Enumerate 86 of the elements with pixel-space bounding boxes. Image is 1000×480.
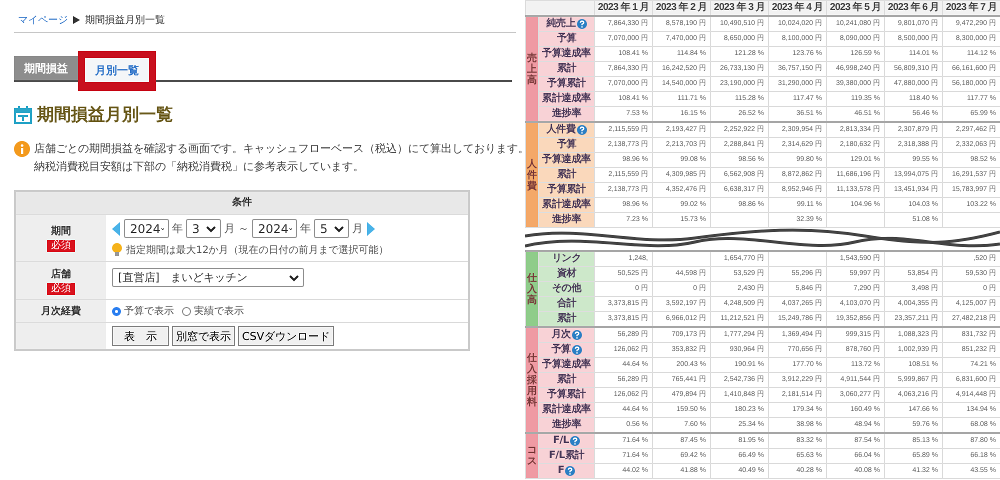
radio-button[interactable] xyxy=(112,306,121,316)
group-label: 仕入採用料 xyxy=(526,327,538,433)
row-label-text: その他 xyxy=(552,283,582,295)
header-corner xyxy=(526,0,594,16)
caret-icon xyxy=(206,224,216,232)
tab[interactable]: 月別一覧 xyxy=(85,58,149,82)
required-badge: 必須 xyxy=(47,282,75,294)
notice-text: 納税消費税目安額は下部の「納税消費税」に参考表示しています。 xyxy=(34,159,365,175)
column-header: 2023 年 6 月 xyxy=(884,0,942,16)
required-badge: 必須 xyxy=(47,240,75,252)
year-select[interactable]: 2024 xyxy=(252,219,297,238)
row-label-text: 予算 xyxy=(556,139,576,151)
row-label-text: 合計 xyxy=(556,298,576,310)
column-header: 2023 年 1 月 xyxy=(594,0,652,16)
row-label-text: F xyxy=(558,465,564,477)
column-header: 2023 年 3 月 xyxy=(710,0,768,16)
row-label-text: 予算累計 xyxy=(547,184,586,196)
month-select[interactable]: 5 xyxy=(314,219,349,238)
radio-button[interactable] xyxy=(182,306,191,316)
row-label-text: 純売上 xyxy=(546,18,576,30)
group-label: コス xyxy=(526,433,538,478)
column-header: 2023 年 5 月 xyxy=(826,0,884,16)
row-label-text: 累計達成率 xyxy=(542,199,591,211)
row-label-text: 予算 xyxy=(556,33,576,45)
row-label-text: 予算達成率 xyxy=(542,48,591,60)
radio-label: 予算で表示 xyxy=(124,304,174,318)
row-label-text: 予算 xyxy=(551,344,571,356)
help-icon[interactable] xyxy=(576,19,587,29)
row-label-text: 累計 xyxy=(556,63,576,75)
info-icon xyxy=(14,141,30,157)
triangle-right-icon xyxy=(73,16,80,24)
help-icon[interactable] xyxy=(576,125,587,135)
row-label-text: F/L xyxy=(553,435,569,447)
row-label-text: 資材 xyxy=(556,268,576,280)
column-header: 2023 年 7 月 xyxy=(942,0,1000,16)
year-select[interactable]: 2024 xyxy=(124,219,169,238)
field-label: 期間 xyxy=(51,224,71,238)
row-label-text: 予算累計 xyxy=(547,78,586,90)
help-icon[interactable] xyxy=(565,466,576,476)
year-unit: 年 xyxy=(300,221,311,236)
row-label-text: 累計 xyxy=(556,169,576,181)
month-unit: 月 xyxy=(224,221,235,236)
action-button[interactable]: 表 示 xyxy=(112,326,169,346)
row-label-text: 予算達成率 xyxy=(542,359,591,371)
row-label-text: 予算累計 xyxy=(547,389,586,401)
group-label: 人件費 xyxy=(526,122,538,228)
radio-label: 実績で表示 xyxy=(194,304,244,318)
group-label: 仕入高 xyxy=(526,251,538,327)
row-label-text: 人件費 xyxy=(546,124,576,136)
caret-icon xyxy=(289,274,299,282)
row-label-text: 進捗率 xyxy=(552,214,582,226)
month-unit: 月 xyxy=(352,221,363,236)
action-button[interactable]: CSVダウンロード xyxy=(238,326,334,346)
store-select[interactable]: [直営店] まいどキッチン xyxy=(112,268,304,287)
help-icon[interactable] xyxy=(572,345,582,355)
row-label-text: 累計 xyxy=(556,374,576,386)
lightbulb-icon xyxy=(112,243,122,257)
chevron-right-icon[interactable] xyxy=(366,222,375,236)
row-label-text: 累計達成率 xyxy=(542,93,591,105)
hint-text: 指定期間は最大12か月（現在の日付の前月まで選択可能） xyxy=(126,244,389,257)
breadcrumb-current: 期間損益月別一覧 xyxy=(85,14,165,27)
row-label-text: F/L累計 xyxy=(548,450,584,462)
help-icon[interactable] xyxy=(570,436,580,446)
action-button[interactable]: 別窓で表示 xyxy=(172,326,235,346)
row-label-text: リンク xyxy=(552,253,582,265)
range-separator: ～ xyxy=(238,221,249,236)
row-label-text: 月次 xyxy=(551,329,571,341)
year-unit: 年 xyxy=(172,221,183,236)
group-label: 売上高 xyxy=(526,16,538,122)
row-label-text: 予算達成率 xyxy=(542,154,591,166)
row-label-text: 累計 xyxy=(556,313,576,325)
caret-icon xyxy=(334,224,344,232)
page-title: 期間損益月別一覧 xyxy=(37,104,173,126)
conditions-header: 条件 xyxy=(16,192,468,215)
chevron-left-icon[interactable] xyxy=(112,222,121,236)
breadcrumb-link[interactable]: マイページ xyxy=(18,13,68,27)
field-label: 店舗 xyxy=(51,267,71,280)
column-header: 2023 年 2 月 xyxy=(652,0,710,16)
field-label: 月次経費 xyxy=(41,304,81,318)
row-label-text: 進捗率 xyxy=(552,419,582,431)
help-icon[interactable] xyxy=(572,330,582,340)
calendar-icon xyxy=(14,106,32,124)
month-select[interactable]: 3 xyxy=(186,219,221,238)
row-label-text: 進捗率 xyxy=(552,108,582,120)
column-header: 2023 年 4 月 xyxy=(768,0,826,16)
row-label-text: 累計達成率 xyxy=(542,404,591,416)
